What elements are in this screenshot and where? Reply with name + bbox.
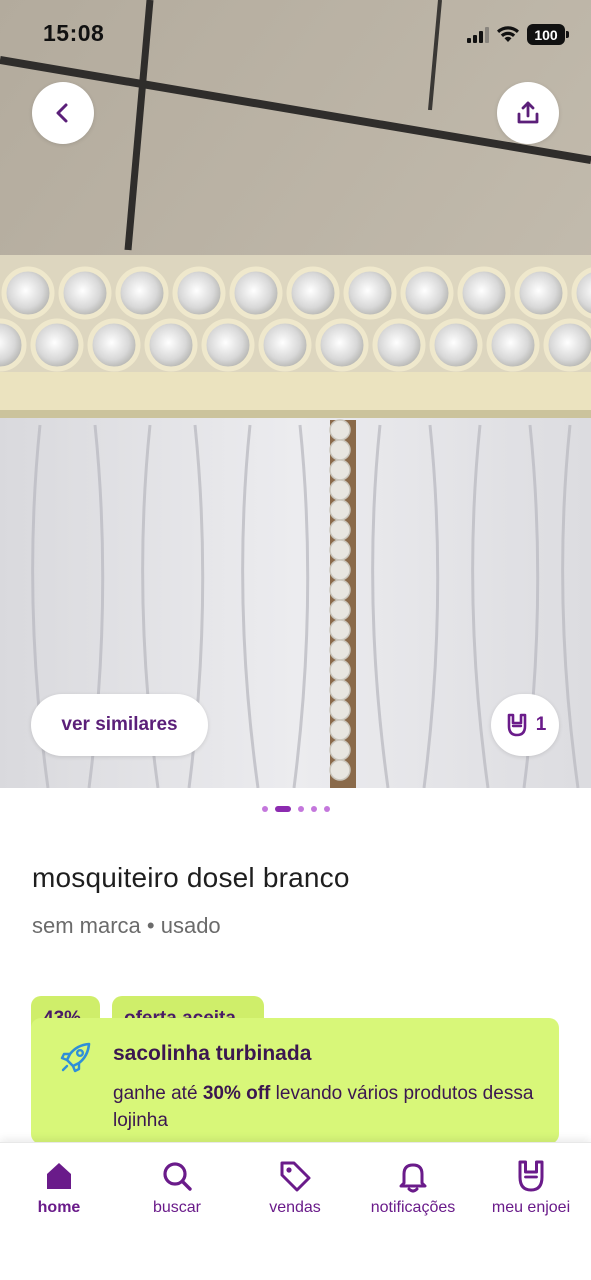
nav-notifications[interactable]: notificações <box>354 1159 472 1217</box>
wifi-icon <box>497 26 519 42</box>
status-bar: 15:08 100 <box>0 0 591 70</box>
carousel-dot[interactable] <box>310 806 317 812</box>
share-button[interactable] <box>497 82 559 144</box>
bell-icon <box>399 1163 427 1193</box>
nav-my-enjoei[interactable]: meu enjoei <box>472 1159 590 1217</box>
rock-hand-icon <box>518 1160 544 1192</box>
product-meta: sem marca • usado <box>32 913 221 938</box>
rock-hand-icon <box>507 713 527 737</box>
nav-sales-label: vendas <box>269 1199 321 1216</box>
nav-home-label: home <box>37 1199 81 1216</box>
search-icon <box>163 1162 192 1191</box>
promo-text: ganhe até 30% off levando vários produto… <box>113 1080 543 1134</box>
status-time: 15:08 <box>43 20 105 46</box>
house-icon <box>47 1163 71 1189</box>
promo-banner[interactable]: sacolinha turbinada ganhe até 30% off le… <box>31 1018 559 1144</box>
battery-level: 100 <box>534 26 558 43</box>
tag-icon <box>280 1161 311 1192</box>
nav-sales[interactable]: vendas <box>236 1159 354 1217</box>
chevron-left-icon <box>56 103 68 123</box>
signal-icon <box>467 26 489 43</box>
promo-text-start: ganhe até <box>113 1083 203 1104</box>
bottom-navigation: home buscar vendas notificações meu enjo… <box>0 1142 591 1280</box>
rocket-icon <box>60 1042 91 1073</box>
carousel-indicator[interactable] <box>0 806 591 812</box>
status-icons: 100 <box>467 24 569 45</box>
share-icon <box>517 101 539 124</box>
nav-notifications-label: notificações <box>370 1199 456 1216</box>
promo-title: sacolinha turbinada <box>113 1042 312 1065</box>
back-button[interactable] <box>32 82 94 144</box>
nav-home[interactable]: home <box>0 1159 118 1217</box>
carousel-dot[interactable] <box>297 806 304 812</box>
nav-search[interactable]: buscar <box>118 1159 236 1217</box>
likes-count: 1 <box>535 714 547 735</box>
nav-my-enjoei-label: meu enjoei <box>491 1199 571 1216</box>
carousel-dot-active[interactable] <box>274 806 291 812</box>
carousel-dot[interactable] <box>261 806 268 812</box>
nav-search-label: buscar <box>152 1199 202 1216</box>
promo-highlight: 30% off <box>202 1083 271 1104</box>
similar-items-button[interactable]: ver similares <box>31 694 208 756</box>
product-title: mosquiteiro dosel branco <box>32 862 350 893</box>
carousel-dot[interactable] <box>323 806 330 812</box>
battery-indicator: 100 <box>527 24 569 45</box>
like-button[interactable]: 1 <box>491 694 559 756</box>
similar-items-label: ver similares <box>61 714 178 735</box>
